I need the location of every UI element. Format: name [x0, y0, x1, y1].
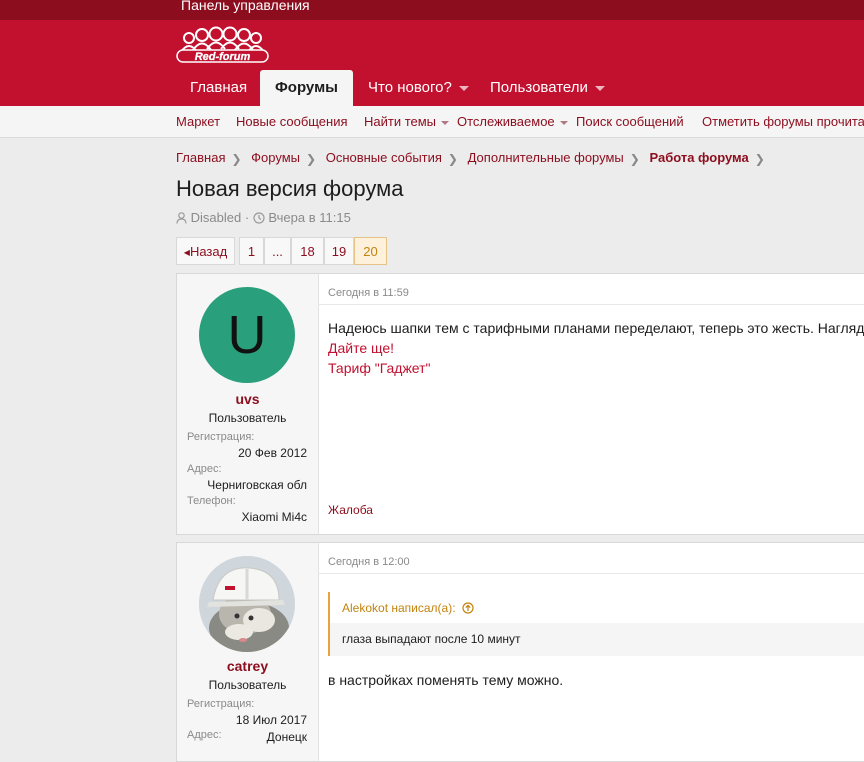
- thread-date: Вчера в 11:15: [268, 210, 351, 225]
- post-link[interactable]: Дайте ще!: [328, 338, 394, 358]
- quote-text: глаза выпадают после 10 минут: [342, 632, 521, 646]
- post-text: Надеюсь шапки тем с тарифными планами пе…: [328, 320, 864, 336]
- post-user-panel: catrey Пользователь Регистрация: 18 Июл …: [177, 543, 319, 761]
- main-nav: Главная Форумы Что нового? Пользователи: [0, 70, 864, 106]
- chevron-down-icon[interactable]: [458, 85, 469, 91]
- chevron-down-icon[interactable]: [594, 85, 605, 91]
- post-text: в настройках поменять тему можно.: [328, 672, 564, 688]
- nav-tab-whats-new[interactable]: Что нового?: [368, 70, 469, 106]
- post-user-panel: U uvs Пользователь Регистрация: 20 Фев 2…: [177, 274, 319, 534]
- subnav-market[interactable]: Маркет: [176, 106, 220, 137]
- post: catrey Пользователь Регистрация: 18 Июл …: [176, 542, 864, 762]
- subnav-watched[interactable]: Отслеживаемое: [457, 106, 568, 137]
- nav-tab-members[interactable]: Пользователи: [490, 70, 605, 106]
- username[interactable]: uvs: [177, 391, 318, 407]
- subnav-search-posts[interactable]: Поиск сообщений: [576, 106, 684, 137]
- pagination-page[interactable]: 18: [291, 237, 324, 265]
- breadcrumb-item[interactable]: Основные события: [326, 150, 442, 165]
- subnav-find-threads[interactable]: Найти темы: [364, 106, 450, 137]
- svg-text:Red-forum: Red-forum: [195, 51, 251, 63]
- addr-value: Донецк: [266, 730, 307, 744]
- post-date[interactable]: Сегодня в 12:00: [328, 556, 410, 568]
- user-title: Пользователь: [208, 411, 287, 425]
- cat-avatar-image: [199, 556, 295, 652]
- post: U uvs Пользователь Регистрация: 20 Фев 2…: [176, 273, 864, 535]
- nav-tab-forums[interactable]: Форумы: [260, 70, 353, 106]
- chevron-right-icon: ❯: [447, 151, 458, 166]
- quote-block: Alekokot написал(а): глаза выпадают посл…: [328, 592, 864, 656]
- divider: [318, 573, 864, 574]
- chevron-down-icon[interactable]: [441, 120, 450, 125]
- clock-icon: [253, 212, 265, 224]
- reg-label: Регистрация:: [187, 698, 255, 710]
- post-link[interactable]: Тариф "Гаджет": [328, 358, 431, 378]
- nav-tab-home[interactable]: Главная: [190, 70, 247, 106]
- breadcrumb: Главная ❯ Форумы ❯ Основные события ❯ Допол…: [176, 150, 771, 166]
- chevron-right-icon: ❯: [306, 151, 317, 166]
- chevron-right-icon: ❯: [629, 151, 640, 166]
- breadcrumb-item[interactable]: Форумы: [251, 150, 300, 165]
- chevron-down-icon[interactable]: [559, 120, 568, 125]
- reg-label: Регистрация:: [187, 431, 255, 443]
- chevron-right-icon: ❯: [754, 151, 765, 166]
- site-logo[interactable]: Red-forum: [175, 26, 270, 66]
- top-bar: Панель управления: [0, 0, 864, 20]
- arrow-up-circle-icon[interactable]: [462, 602, 474, 614]
- quote-body: глаза выпадают после 10 минут: [330, 623, 864, 656]
- sub-nav: Маркет Новые сообщения Найти темы Отслеж…: [0, 106, 864, 138]
- quote-author-link[interactable]: Alekokot написал(а):: [342, 601, 474, 615]
- pagination-ellipsis[interactable]: ...: [264, 237, 291, 265]
- pagination-page-current[interactable]: 20: [354, 237, 387, 265]
- subnav-new-posts[interactable]: Новые сообщения: [236, 106, 348, 137]
- control-panel-link[interactable]: Панель управления: [181, 0, 310, 13]
- page-title: Новая версия форума: [176, 176, 404, 201]
- pagination-page[interactable]: 1: [239, 237, 264, 265]
- username[interactable]: catrey: [177, 658, 318, 674]
- breadcrumb-item[interactable]: Главная: [176, 150, 225, 165]
- chevron-right-icon: ❯: [231, 151, 242, 166]
- addr-label: Адрес:: [187, 729, 222, 741]
- reg-value: 18 Июл 2017: [235, 713, 307, 727]
- subnav-mark-read[interactable]: Отметить форумы прочитанными: [702, 106, 864, 137]
- divider: [318, 304, 864, 305]
- user-title: Пользователь: [208, 678, 287, 692]
- avatar[interactable]: U: [199, 287, 295, 383]
- addr-value: Черниговская обл: [207, 478, 307, 492]
- thread-author[interactable]: Disabled: [191, 210, 242, 225]
- reg-value: 20 Фев 2012: [238, 446, 307, 460]
- pagination-prev-button[interactable]: ◀Назад: [176, 237, 235, 265]
- post-date[interactable]: Сегодня в 11:59: [328, 287, 409, 299]
- report-link[interactable]: Жалоба: [328, 503, 373, 517]
- user-icon: [176, 212, 187, 224]
- breadcrumb-item[interactable]: Дополнительные форумы: [468, 150, 624, 165]
- breadcrumb-item-current[interactable]: Работа форума: [649, 150, 748, 165]
- cat-in-helmet-avatar[interactable]: [199, 556, 295, 652]
- site-header: Red-forum: [0, 20, 864, 70]
- phone-label: Телефон:: [187, 495, 236, 507]
- pagination-page[interactable]: 19: [324, 237, 354, 265]
- phone-value: Xiaomi Mi4c: [241, 510, 307, 524]
- addr-label: Адрес:: [187, 463, 222, 475]
- thread-meta: Disabled · Вчера в 11:15: [176, 210, 351, 225]
